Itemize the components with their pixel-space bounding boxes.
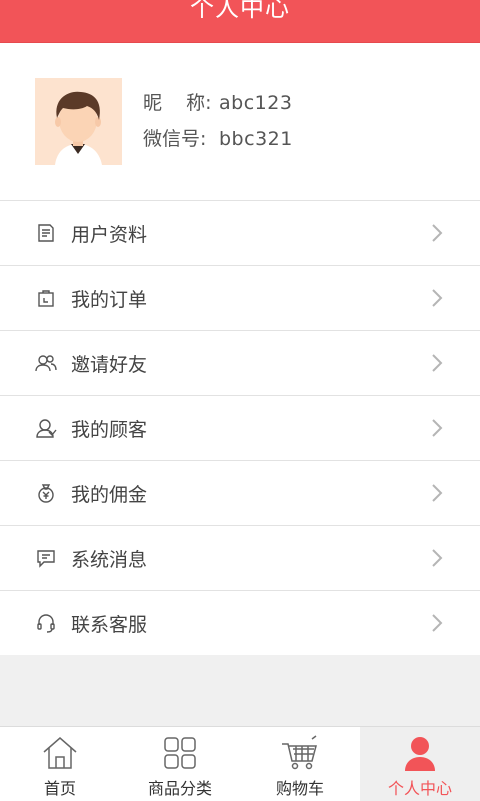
profile-card: 昵 称: abc123 微信号: bbc321 xyxy=(0,43,480,201)
cart-icon xyxy=(282,735,317,770)
top-bar: 个人中心 xyxy=(0,0,480,43)
chevron-right-icon xyxy=(432,614,443,632)
menu-item-label: 邀请好友 xyxy=(71,353,148,376)
menu-item-label: 用户资料 xyxy=(71,223,148,246)
menu-item-label: 联系客服 xyxy=(71,613,148,636)
nickname-value: abc123 xyxy=(219,92,293,114)
nickname-row: 昵 称: abc123 xyxy=(143,90,293,126)
chevron-right-icon xyxy=(432,224,443,242)
profile-info: 昵 称: abc123 微信号: bbc321 xyxy=(143,90,293,162)
menu-item-label: 我的订单 xyxy=(71,288,148,311)
avatar[interactable] xyxy=(35,78,122,165)
money-bag-icon xyxy=(35,482,57,504)
tab-label: 个人中心 xyxy=(387,779,452,798)
menu-item-my-commission[interactable]: 我的佣金 xyxy=(0,461,480,526)
chevron-right-icon xyxy=(432,419,443,437)
tab-label: 购物车 xyxy=(275,779,324,798)
menu-item-customer-service[interactable]: 联系客服 xyxy=(0,591,480,655)
tab-profile[interactable]: 个人中心 xyxy=(360,727,480,801)
menu-list: 用户资料 我的订单 邀请好友 我的顾客 我的佣金 系统消息 联系客服 xyxy=(0,201,480,655)
home-icon xyxy=(43,737,77,769)
tab-label: 商品分类 xyxy=(147,779,212,798)
menu-item-label: 系统消息 xyxy=(71,548,148,571)
wechat-row: 微信号: bbc321 xyxy=(143,126,293,162)
chevron-right-icon xyxy=(432,549,443,567)
menu-item-my-orders[interactable]: 我的订单 xyxy=(0,266,480,331)
tab-home[interactable]: 首页 xyxy=(0,727,120,801)
document-icon xyxy=(35,222,57,244)
menu-item-system-messages[interactable]: 系统消息 xyxy=(0,526,480,591)
tab-categories[interactable]: 商品分类 xyxy=(120,727,240,801)
menu-item-my-customers[interactable]: 我的顾客 xyxy=(0,396,480,461)
wechat-value: bbc321 xyxy=(219,128,293,150)
bottom-tab-bar: 首页 商品分类 购物车 个人中心 xyxy=(0,726,480,801)
nickname-label: 昵 称: xyxy=(143,92,212,114)
menu-item-label: 我的顾客 xyxy=(71,418,148,441)
grid-icon xyxy=(164,737,196,769)
chevron-right-icon xyxy=(432,354,443,372)
tab-label: 首页 xyxy=(43,779,76,798)
person-icon xyxy=(405,737,435,771)
order-bag-icon xyxy=(35,287,57,309)
customer-icon xyxy=(35,417,57,439)
chevron-right-icon xyxy=(432,289,443,307)
wechat-label: 微信号: xyxy=(143,128,207,150)
message-icon xyxy=(35,547,57,569)
users-icon xyxy=(35,352,57,374)
menu-item-label: 我的佣金 xyxy=(71,483,148,506)
tab-cart[interactable]: 购物车 xyxy=(240,727,360,801)
menu-item-invite-friends[interactable]: 邀请好友 xyxy=(0,331,480,396)
page-title: 个人中心 xyxy=(190,0,290,22)
headset-icon xyxy=(35,612,57,634)
menu-item-user-profile[interactable]: 用户资料 xyxy=(0,201,480,266)
chevron-right-icon xyxy=(432,484,443,502)
